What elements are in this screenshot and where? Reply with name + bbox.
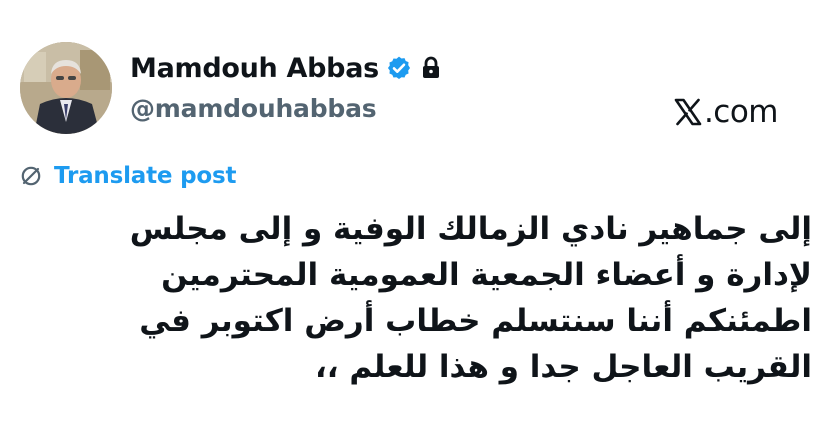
- post-text: إلى جماهير نادي الزمالك الوفية و إلى مجل…: [129, 211, 812, 385]
- brand-text: .com: [703, 94, 779, 130]
- avatar[interactable]: [20, 42, 112, 134]
- translate-post-link[interactable]: Translate post: [20, 163, 236, 189]
- translate-globe-icon: [21, 166, 41, 186]
- author-handle[interactable]: @mamdouhabbas: [130, 94, 442, 123]
- post-header: Mamdouh Abbas @mamdouhabbas .com: [20, 42, 810, 134]
- name-row: Mamdouh Abbas: [130, 48, 442, 88]
- avatar-photo: [20, 42, 112, 134]
- author-display-name[interactable]: Mamdouh Abbas: [130, 53, 379, 84]
- translate-post-label[interactable]: Translate post: [54, 163, 236, 189]
- x-logo-icon: [674, 98, 702, 126]
- brand-watermark: .com: [673, 94, 779, 130]
- verified-badge-icon[interactable]: [386, 55, 412, 81]
- lock-icon: [422, 56, 439, 78]
- author-names: Mamdouh Abbas @mamdouhabbas: [130, 48, 442, 123]
